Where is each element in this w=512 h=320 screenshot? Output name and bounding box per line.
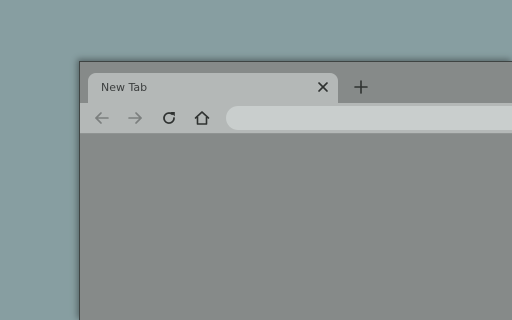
page-content-area[interactable] — [80, 134, 512, 320]
tab-new-tab[interactable]: New Tab — [88, 73, 338, 103]
tab-title: New Tab — [101, 81, 148, 94]
desktop-background: New Tab — [0, 0, 512, 320]
close-icon[interactable] — [316, 80, 330, 94]
tab-strip: New Tab — [80, 62, 512, 103]
arrow-left-icon[interactable] — [93, 109, 111, 127]
browser-window: New Tab — [79, 61, 512, 320]
toolbar — [80, 103, 512, 134]
plus-icon[interactable] — [352, 78, 370, 96]
address-bar[interactable] — [226, 106, 512, 130]
reload-icon[interactable] — [160, 109, 178, 127]
home-icon[interactable] — [193, 109, 211, 127]
arrow-right-icon[interactable] — [126, 109, 144, 127]
